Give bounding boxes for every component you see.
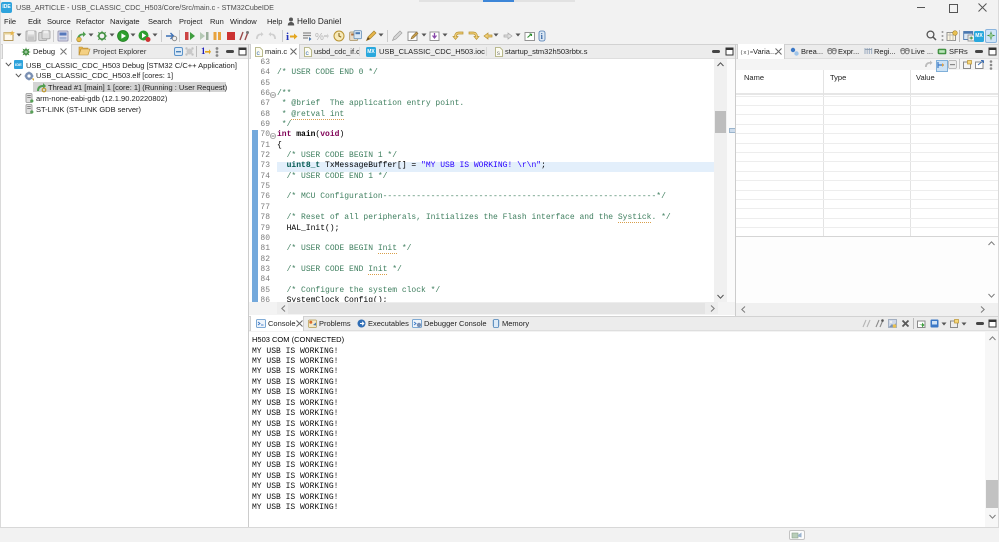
svg-text:%: % xyxy=(315,32,324,43)
svg-text:i: i xyxy=(286,31,289,43)
svg-text:(x)=: (x)= xyxy=(740,49,753,56)
